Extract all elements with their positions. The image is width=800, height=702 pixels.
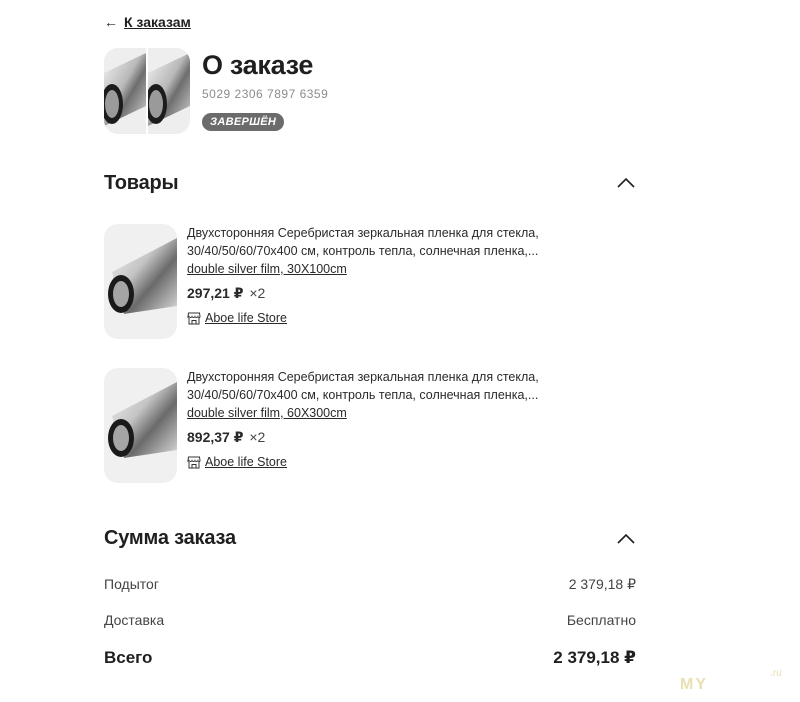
subtotal-value: 2 379,18 ₽	[568, 576, 636, 592]
store-link[interactable]: Aboe life Store	[187, 309, 567, 327]
product-details: Двухсторонняя Серебристая зеркальная пле…	[187, 368, 567, 483]
back-to-orders-link[interactable]: ← К заказам	[104, 14, 191, 30]
product-price: 297,21 ₽	[187, 285, 244, 301]
product-name[interactable]: Двухсторонняя Серебристая зеркальная пле…	[187, 224, 567, 260]
delivery-label: Доставка	[104, 612, 165, 628]
total-row: Всего 2 379,18 ₽	[104, 648, 636, 668]
products-section-title: Товары	[104, 172, 179, 194]
summary-section-title: Сумма заказа	[104, 527, 236, 549]
order-header: О заказе 5029 2306 7897 6359 ЗАВЕРШЁН	[104, 48, 328, 134]
product-price: 892,37 ₽	[187, 429, 244, 445]
total-value: 2 379,18 ₽	[553, 648, 636, 667]
store-name: Aboe life Store	[205, 311, 287, 325]
order-thumbnail	[148, 48, 190, 134]
product-name[interactable]: Двухсторонняя Серебристая зеркальная пле…	[187, 368, 567, 404]
product-variant[interactable]: double silver film, 30X100cm	[187, 260, 567, 278]
watermark-suffix: .ru	[770, 668, 782, 679]
order-thumbnail	[104, 48, 146, 134]
subtotal-label: Подытог	[104, 576, 159, 592]
watermark: MY	[680, 676, 708, 693]
arrow-left-icon: ←	[104, 14, 118, 30]
chevron-up-icon[interactable]	[616, 177, 636, 189]
delivery-value: Бесплатно	[566, 612, 636, 628]
total-label: Всего	[104, 648, 153, 667]
product-details: Двухсторонняя Серебристая зеркальная пле…	[187, 224, 567, 339]
back-link-label: К заказам	[124, 14, 191, 30]
product-image[interactable]	[104, 368, 177, 483]
product-variant[interactable]: double silver film, 60X300cm	[187, 404, 567, 422]
subtotal-row: Подытог 2 379,18 ₽	[104, 576, 636, 593]
product-image[interactable]	[104, 224, 177, 339]
order-number: 5029 2306 7897 6359	[202, 87, 329, 101]
product-item[interactable]: Двухсторонняя Серебристая зеркальная пле…	[104, 368, 644, 483]
order-info: О заказе 5029 2306 7897 6359 ЗАВЕРШЁН	[202, 48, 328, 134]
price-row: 297,21 ₽ ×2	[187, 284, 567, 302]
price-row: 892,37 ₽ ×2	[187, 428, 567, 446]
store-name: Aboe life Store	[205, 455, 287, 469]
product-quantity: ×2	[249, 285, 266, 301]
store-link[interactable]: Aboe life Store	[187, 453, 567, 471]
status-badge: ЗАВЕРШЁН	[202, 113, 285, 131]
order-thumbnails	[104, 48, 190, 134]
product-quantity: ×2	[249, 429, 266, 445]
store-icon	[187, 456, 201, 468]
product-item[interactable]: Двухсторонняя Серебристая зеркальная пле…	[104, 224, 644, 339]
delivery-row: Доставка Бесплатно	[104, 612, 636, 628]
store-icon	[187, 312, 201, 324]
chevron-up-icon[interactable]	[616, 533, 636, 545]
page-title: О заказе	[202, 50, 314, 80]
